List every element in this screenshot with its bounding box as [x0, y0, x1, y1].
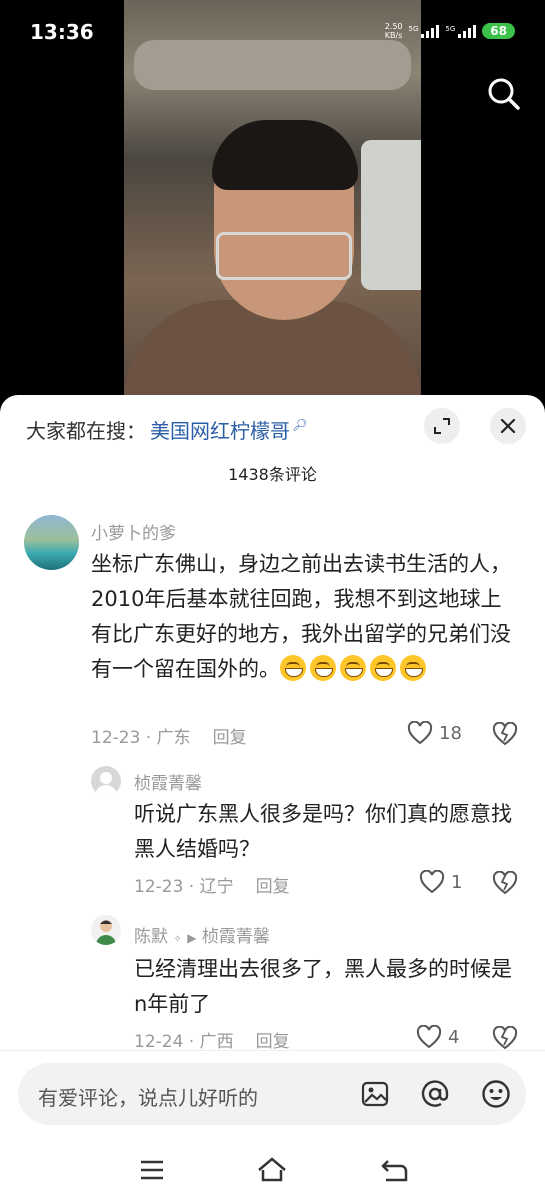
comment-text: 坐标广东佛山，身边之前出去读书生活的人，2010年后基本就往回跑，我想不到这地球…: [91, 552, 511, 681]
reply-button[interactable]: 回复: [213, 728, 247, 748]
hot-search-keyword[interactable]: 美国网红柠檬哥: [150, 415, 290, 444]
like-button[interactable]: 1: [419, 870, 462, 894]
menu-icon[interactable]: [132, 1150, 172, 1190]
comment-meta: 12-23 · 辽宁 回复: [134, 877, 290, 897]
system-nav-bar: [0, 1140, 545, 1200]
reply-arrow-icon: ▶: [187, 931, 197, 945]
grin-emoji-icon: [400, 655, 426, 681]
status-bar: 13:36 2.50 KB/s 5G 5G 68: [0, 0, 545, 64]
network-speed: 2.50 KB/s: [384, 22, 403, 40]
hot-search-bar[interactable]: 大家都在搜： 美国网红柠檬哥 🔎︎: [26, 415, 307, 444]
home-icon[interactable]: [252, 1150, 292, 1190]
grin-emoji-icon: [370, 655, 396, 681]
hot-search-label: 大家都在搜：: [26, 419, 146, 443]
sparkle-icon: ✧: [173, 934, 182, 945]
avatar[interactable]: [24, 515, 79, 570]
comment-meta: 12-24 · 广西 回复: [134, 1032, 290, 1052]
like-button[interactable]: 18: [407, 721, 462, 745]
signal-icon: 5G: [409, 24, 440, 38]
comment-input-placeholder: 有爱评论，说点儿好听的: [38, 1086, 258, 1110]
comment-author[interactable]: 桢霞菁馨: [134, 769, 202, 794]
dislike-icon[interactable]: [492, 870, 518, 899]
grin-emoji-icon: [280, 655, 306, 681]
emoji-icon[interactable]: [480, 1078, 512, 1110]
expand-icon: [434, 418, 450, 434]
close-icon: [500, 418, 516, 434]
grin-emoji-icon: [310, 655, 336, 681]
image-icon[interactable]: [359, 1078, 391, 1110]
battery-indicator: 68: [482, 23, 515, 39]
comments-sheet: 大家都在搜： 美国网红柠檬哥 🔎︎ 1438条评论 小萝卜的爹 坐标广东佛山，身…: [0, 395, 545, 1200]
avatar[interactable]: [91, 915, 121, 945]
comment-meta: 12-23 · 广东 回复: [91, 728, 247, 748]
reply-to-name[interactable]: 桢霞菁馨: [202, 927, 270, 947]
comment-input[interactable]: 有爱评论，说点儿好听的: [18, 1063, 526, 1125]
comment-author[interactable]: 小萝卜的爹: [91, 519, 176, 544]
comment-count: 1438条评论: [228, 465, 317, 484]
mention-icon[interactable]: [419, 1078, 451, 1110]
heart-icon: [419, 870, 445, 894]
back-icon[interactable]: [374, 1150, 414, 1190]
reply-button[interactable]: 回复: [256, 877, 290, 897]
grin-emoji-icon: [340, 655, 366, 681]
avatar[interactable]: [91, 766, 121, 796]
reply-button[interactable]: 回复: [256, 1032, 290, 1052]
expand-button[interactable]: [424, 408, 460, 444]
close-button[interactable]: [490, 408, 526, 444]
heart-icon: [407, 721, 433, 745]
dislike-icon[interactable]: [492, 721, 518, 750]
search-small-icon: 🔎︎: [292, 417, 308, 432]
status-time: 13:36: [30, 20, 94, 44]
heart-icon: [416, 1025, 442, 1049]
divider: [0, 1050, 545, 1051]
signal-icon: 5G: [445, 24, 477, 38]
comment-text: 听说广东黑人很多是吗？你们真的愿意找黑人结婚吗？: [134, 802, 512, 861]
comment-author[interactable]: 陈默 ✧ ▶ 桢霞菁馨: [134, 922, 270, 947]
comment-text: 已经清理出去很多了，黑人最多的时候是n年前了: [134, 957, 512, 1016]
search-icon[interactable]: [484, 74, 524, 114]
status-indicators: 2.50 KB/s 5G 5G 68: [385, 22, 515, 40]
like-button[interactable]: 4: [416, 1025, 459, 1049]
